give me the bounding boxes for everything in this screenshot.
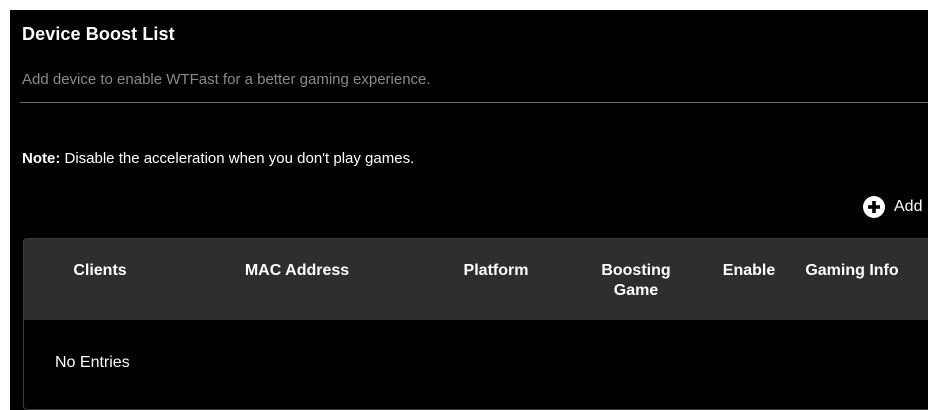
add-button-label: Add	[894, 198, 923, 215]
note-text: Note: Disable the acceleration when you …	[22, 150, 414, 167]
column-header-gaming-info: Gaming Info	[805, 262, 899, 279]
note-label: Note:	[22, 150, 61, 167]
page-title: Device Boost List	[22, 24, 175, 44]
column-header-mac-address: MAC Address	[244, 262, 350, 279]
plus-circle-icon	[863, 196, 885, 218]
column-header-platform: Platform	[463, 262, 529, 279]
add-device-button[interactable]: Add	[863, 196, 922, 218]
device-boost-panel: Device Boost List Add device to enable W…	[10, 10, 928, 410]
empty-table-message: No Entries	[55, 354, 130, 371]
divider	[20, 102, 928, 103]
table-header-row: Clients MAC Address Platform Boosting Ga…	[24, 239, 928, 320]
column-header-enable: Enable	[722, 262, 776, 279]
column-header-boosting-game: Boosting Game	[601, 262, 671, 299]
device-boost-table: Clients MAC Address Platform Boosting Ga…	[23, 238, 928, 410]
column-header-clients: Clients	[73, 262, 127, 279]
note-body: Disable the acceleration when you don't …	[60, 150, 415, 167]
page-subtitle: Add device to enable WTFast for a better…	[22, 71, 431, 88]
